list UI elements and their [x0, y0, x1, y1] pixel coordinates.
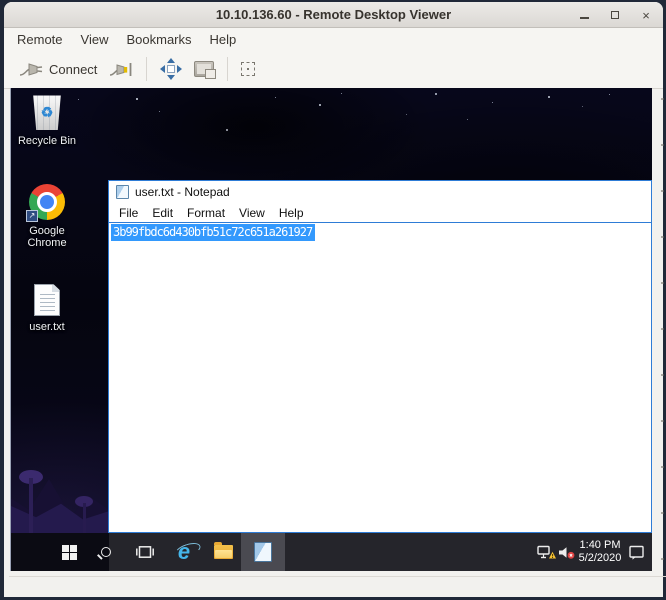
notepad-menubar: File Edit Format View Help	[109, 203, 651, 222]
notepad-text-area[interactable]: 3b99fbdc6d430bfb51c72c651a261927	[109, 223, 651, 532]
notepad-menu-format[interactable]: Format	[180, 206, 232, 220]
notepad-titlebar[interactable]: user.txt - Notepad	[109, 181, 651, 203]
fullscreen-icon	[160, 58, 183, 80]
unplug-icon	[110, 63, 132, 76]
internet-explorer-icon: e	[177, 539, 191, 564]
maximize-button[interactable]	[608, 8, 622, 22]
scaling-icon	[241, 62, 256, 76]
statusbar-divider	[9, 576, 666, 577]
scaling-toggle-button[interactable]	[235, 58, 261, 80]
shortcut-arrow-icon: ↗	[26, 210, 38, 222]
app-menubar: Remote View Bookmarks Help	[4, 28, 663, 50]
menu-remote[interactable]: Remote	[8, 30, 72, 49]
app-title: 10.10.136.60 - Remote Desktop Viewer	[215, 7, 452, 22]
connect-label: Connect	[49, 61, 98, 77]
recycle-symbol: ♻	[40, 104, 54, 120]
menu-bookmarks[interactable]: Bookmarks	[117, 30, 200, 49]
app-titlebar[interactable]: 10.10.136.60 - Remote Desktop Viewer ×	[4, 2, 663, 28]
close-button[interactable]: ×	[639, 8, 653, 23]
internet-explorer-button[interactable]: e	[170, 533, 198, 571]
wallpaper-tree	[29, 478, 33, 533]
volume-button[interactable]	[558, 533, 576, 571]
folder-icon	[213, 542, 233, 559]
disconnect-button[interactable]	[103, 56, 139, 82]
wallpaper-tree	[83, 503, 86, 533]
plug-icon	[19, 63, 43, 76]
notepad-icon	[254, 542, 272, 562]
network-warning-icon	[537, 545, 556, 558]
notepad-window[interactable]: user.txt - Notepad File Edit Format View…	[108, 180, 652, 533]
search-icon	[101, 547, 111, 557]
fullscreen-button[interactable]	[154, 54, 188, 84]
screenshot-button[interactable]	[188, 57, 220, 81]
notepad-taskbar-button[interactable]	[241, 533, 285, 571]
screenshot-icon	[194, 61, 217, 79]
minimize-icon	[579, 17, 589, 19]
toolbar-separator	[146, 57, 148, 81]
menu-help[interactable]: Help	[201, 30, 246, 49]
notepad-menu-help[interactable]: Help	[272, 206, 311, 220]
task-view-icon	[136, 546, 154, 558]
viewport-scrollbar[interactable]	[661, 98, 664, 566]
menu-view[interactable]: View	[72, 30, 118, 49]
wallpaper-stars	[11, 88, 12, 89]
toolbar-separator	[227, 57, 229, 81]
desktop-icon-label: user.txt	[29, 321, 65, 333]
window-controls: ×	[577, 2, 653, 28]
windows-taskbar: e 1:40 PM 5/2/2020	[11, 533, 652, 571]
desktop-icon-recycle-bin[interactable]: ♻ Recycle Bin	[15, 94, 79, 147]
maximize-icon	[611, 11, 619, 19]
taskbar-clock[interactable]: 1:40 PM 5/2/2020	[577, 533, 623, 571]
desktop-icon-google-chrome[interactable]: ↗ Google Chrome	[15, 184, 79, 249]
minimize-button[interactable]	[577, 8, 591, 22]
screen: 10.10.136.60 - Remote Desktop Viewer × R…	[0, 0, 666, 600]
action-center-button[interactable]	[628, 533, 646, 571]
notepad-menu-file[interactable]: File	[112, 206, 145, 220]
selected-hash-text[interactable]: 3b99fbdc6d430bfb51c72c651a261927	[111, 224, 316, 241]
task-view-button[interactable]	[132, 533, 158, 571]
text-file-icon	[34, 284, 60, 316]
action-center-icon	[629, 545, 644, 560]
clock-date: 5/2/2020	[578, 552, 622, 564]
clock-time: 1:40 PM	[579, 539, 621, 551]
notepad-menu-view[interactable]: View	[232, 206, 272, 220]
desktop-icon-label: Google Chrome	[27, 225, 67, 249]
start-button[interactable]	[55, 533, 83, 571]
windows-logo-icon	[61, 544, 77, 560]
file-explorer-button[interactable]	[210, 533, 236, 571]
recycle-bin-icon: ♻	[33, 95, 61, 130]
desktop-icon-label: Recycle Bin	[17, 135, 77, 147]
search-button[interactable]	[93, 533, 119, 571]
notepad-menu-edit[interactable]: Edit	[145, 206, 180, 220]
network-status-button[interactable]	[537, 533, 557, 571]
desktop-icon-user-txt[interactable]: user.txt	[15, 284, 79, 333]
volume-muted-icon	[559, 546, 575, 559]
notepad-icon	[116, 185, 129, 199]
app-toolbar: Connect	[4, 50, 663, 89]
chrome-icon: ↗	[26, 184, 65, 222]
connect-button[interactable]: Connect	[12, 56, 103, 82]
notepad-title: user.txt - Notepad	[135, 185, 230, 199]
